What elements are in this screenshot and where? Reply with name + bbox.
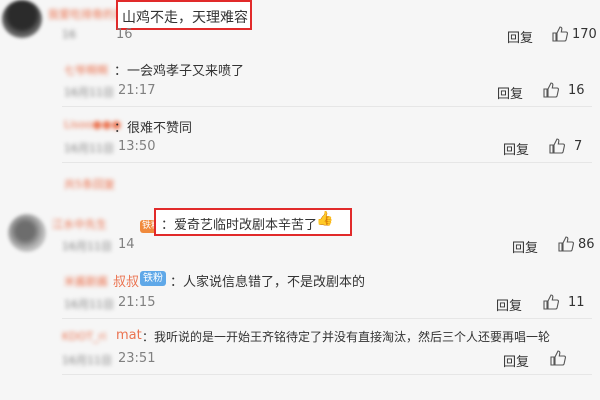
fan-badge: 铁粉 [140, 271, 166, 286]
reply-text: ：我听说的是一开始王齐铭待定了并没有直接淘汰，然后三个人还要再唱一轮 [142, 330, 551, 344]
like-count: 170 [572, 27, 597, 42]
like-count: 7 [574, 139, 583, 154]
replier-name[interactable]: KDOT_ri [62, 330, 106, 343]
divider [62, 162, 592, 163]
reply-button[interactable]: 回复 [507, 27, 533, 46]
reply-date: 16月11日 [62, 354, 112, 367]
like-icon[interactable] [549, 138, 565, 154]
thumbs-up-emoji-icon: 👍 [316, 211, 334, 227]
like-count: 86 [578, 237, 595, 252]
commenter-name[interactable]: 江水中先生 [52, 216, 107, 232]
reply-text: ：人家说信息错了，不是改剧本的 [170, 275, 366, 290]
like-icon[interactable] [558, 236, 574, 252]
like-icon[interactable] [552, 26, 568, 42]
comment-text: ：爱奇艺临时改剧本辛苦了 [161, 218, 318, 233]
comment-time: 14 [118, 237, 135, 252]
replier-name[interactable]: 七爷啊啊 [64, 62, 108, 78]
avatar[interactable] [2, 0, 42, 38]
reply-button[interactable]: 回复 [503, 139, 529, 158]
divider [62, 374, 592, 375]
replier-name[interactable] [64, 386, 68, 399]
reply-time: 23:51 [118, 351, 156, 366]
comment-time: 16 [116, 27, 133, 42]
like-icon[interactable] [543, 294, 559, 310]
reply-text: ：一会鸡孝子又来喷了 [114, 64, 245, 79]
comment-date: 16月11日 [62, 240, 112, 253]
comment-date: 16 [62, 28, 76, 41]
replier-name-visible[interactable]: mat [116, 328, 142, 343]
avatar[interactable] [8, 214, 46, 252]
more-replies-link[interactable]: 共5条回复 [64, 176, 115, 192]
reply-time: 13:50 [118, 139, 156, 154]
reply-button[interactable]: 回复 [512, 237, 538, 256]
reply-button[interactable]: 回复 [496, 295, 522, 314]
like-icon[interactable] [550, 350, 566, 366]
reply-text: ：很难不赞同 [114, 121, 193, 136]
replier-name[interactable]: 米酱剧酱 [64, 273, 108, 289]
comment-text: 山鸡不走，天理难容 [122, 10, 248, 26]
divider [62, 106, 592, 107]
like-count: 11 [568, 295, 585, 310]
reply-date: 16月11日 [64, 298, 114, 311]
reply-date: 16月11日 [64, 142, 114, 155]
like-icon[interactable] [543, 82, 559, 98]
reply-time: 21:15 [118, 295, 156, 310]
reply-date: 16月11日 [64, 86, 114, 99]
reply-time: 21:17 [118, 83, 156, 98]
replier-name[interactable]: Lisoo●●● [64, 118, 121, 131]
reply-button[interactable]: 回复 [503, 351, 529, 370]
divider [62, 318, 592, 319]
like-count: 16 [568, 83, 585, 98]
replier-name-visible[interactable]: 叔叔 [113, 271, 139, 290]
reply-button[interactable]: 回复 [497, 83, 523, 102]
